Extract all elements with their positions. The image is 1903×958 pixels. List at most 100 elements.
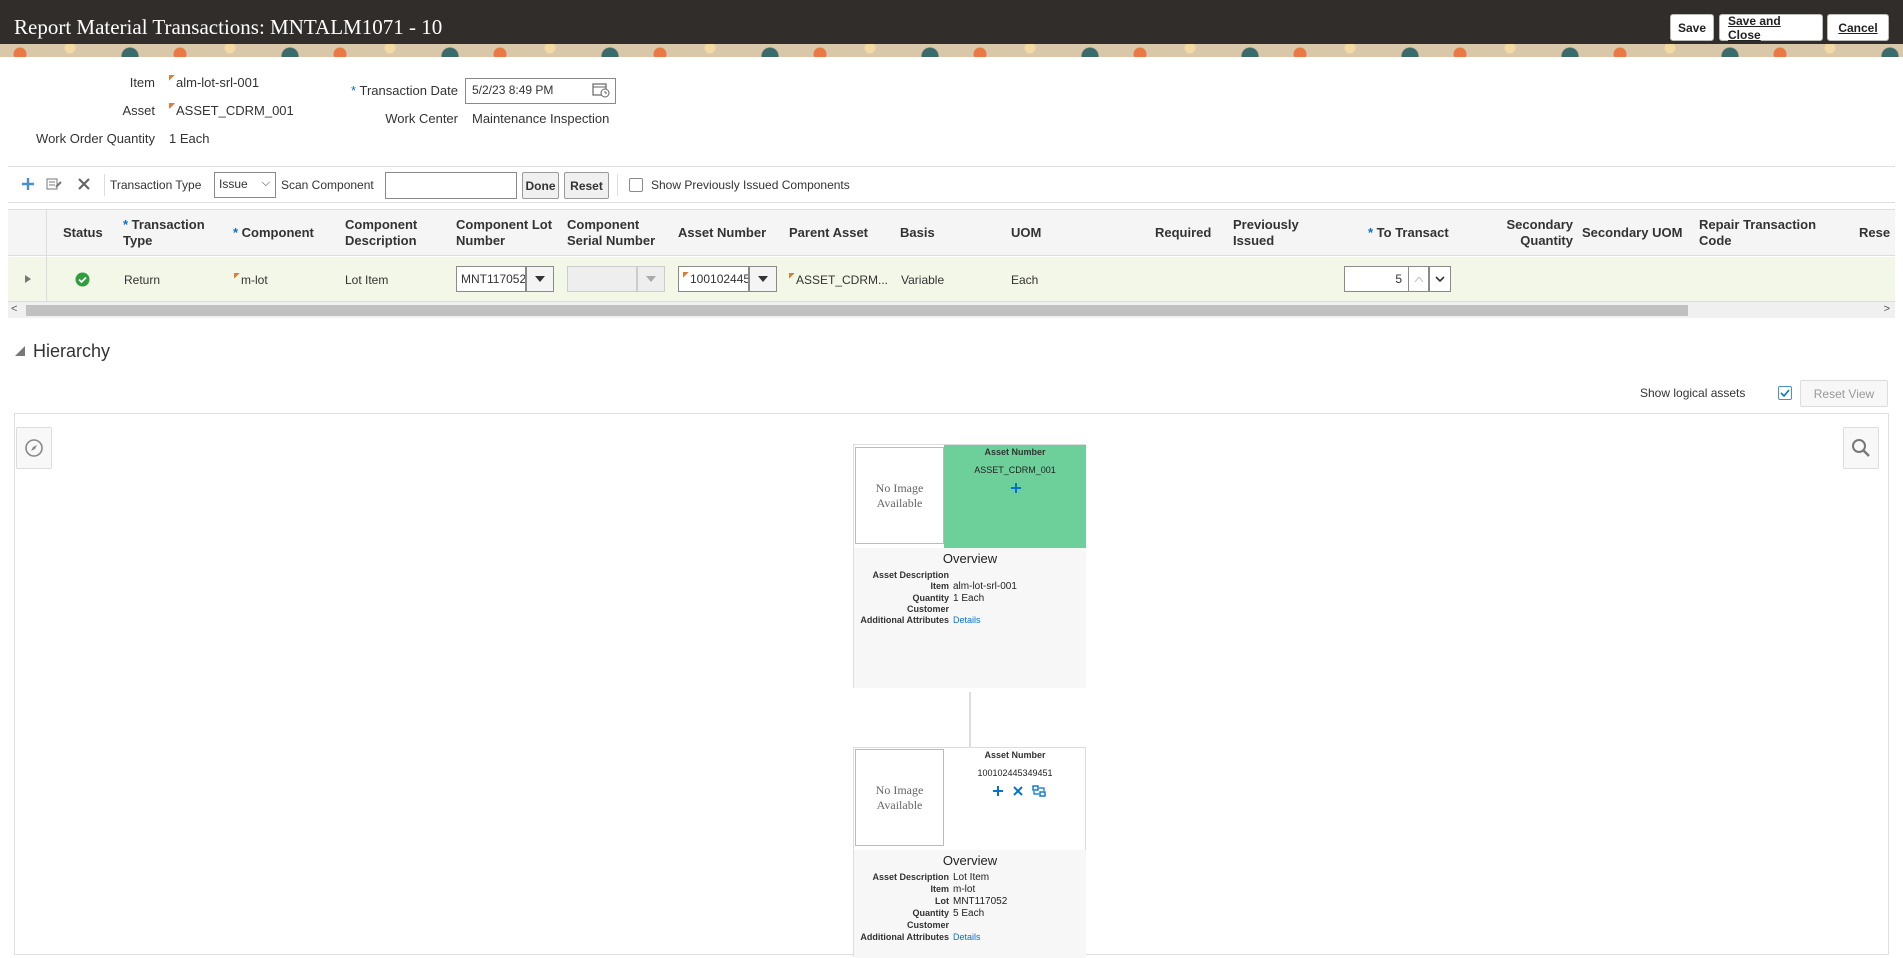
row-to-transact-input[interactable]: 5	[1344, 266, 1409, 292]
show-previously-issued-label: Show Previously Issued Components	[651, 178, 850, 192]
show-logical-assets-checkbox[interactable]	[1778, 386, 1792, 400]
column-reserved[interactable]: Rese	[1859, 225, 1890, 241]
delete-icon[interactable]	[75, 175, 93, 193]
overview-label: Overview	[942, 853, 998, 868]
add-child-icon[interactable]	[992, 785, 1004, 797]
overview-value-quantity: 1 Each	[953, 593, 985, 604]
toolbar-separator	[104, 174, 105, 196]
flag-icon	[169, 103, 175, 109]
column-secondary-quantity[interactable]: Secondary Quantity	[1498, 217, 1573, 249]
overview-label-quantity: Quantity	[912, 908, 949, 918]
dropdown-arrow-icon	[758, 276, 768, 282]
collapse-triangle-icon[interactable]	[14, 345, 26, 357]
transaction-date-label: * Transaction Date	[351, 83, 458, 98]
details-link[interactable]: Details	[953, 615, 981, 625]
row-uom: Each	[1011, 273, 1039, 287]
search-icon	[1852, 439, 1870, 457]
transaction-type-label: Transaction Type	[110, 178, 202, 192]
chevron-down-icon	[1435, 276, 1445, 282]
add-child-icon[interactable]	[1010, 482, 1022, 494]
details-link[interactable]: Details	[953, 932, 981, 942]
scrollbar-thumb[interactable]	[26, 305, 1688, 316]
scroll-left-icon[interactable]: <	[11, 303, 17, 315]
table-header: Status * Transaction Type * Component Co…	[8, 209, 1895, 257]
column-parent-asset[interactable]: Parent Asset	[789, 225, 868, 241]
overview-value-item: m-lot	[953, 884, 976, 895]
overview-label-lot: Lot	[935, 896, 949, 906]
navigate-button[interactable]	[16, 427, 52, 469]
column-secondary-uom[interactable]: Secondary UOM	[1582, 225, 1682, 241]
column-to-transact[interactable]: * To Transact	[1368, 225, 1449, 241]
done-button[interactable]: Done	[522, 172, 559, 199]
edit-icon[interactable]	[45, 175, 63, 193]
column-repair-transaction-code[interactable]: Repair Transaction Code	[1699, 217, 1849, 249]
row-component[interactable]: m-lot	[234, 273, 268, 287]
save-and-close-button[interactable]: Save and Close	[1719, 14, 1823, 42]
column-asset-number[interactable]: Asset Number	[678, 225, 766, 241]
column-component-lot-number[interactable]: Component Lot Number	[456, 217, 566, 249]
column-uom[interactable]: UOM	[1011, 225, 1041, 241]
row-parent-asset[interactable]: ASSET_CDRM...	[789, 273, 888, 287]
hierarchy-canvas[interactable]: No Image Available Asset Number ASSET_CD…	[14, 413, 1889, 958]
overview-label-additional-attributes: Additional Attributes	[860, 615, 949, 625]
asset-node-child[interactable]: No Image Available Asset Number 10010244…	[853, 747, 1086, 958]
cancel-button[interactable]: Cancel	[1827, 14, 1889, 41]
lot-number-dropdown[interactable]	[526, 266, 554, 292]
item-value[interactable]: alm-lot-srl-001	[169, 75, 259, 90]
column-basis[interactable]: Basis	[900, 225, 935, 241]
overview-value-item: alm-lot-srl-001	[953, 581, 1017, 592]
row-component-description: Lot Item	[345, 273, 389, 287]
horizontal-scrollbar[interactable]: < >	[8, 302, 1895, 318]
column-component-serial-number[interactable]: Component Serial Number	[567, 217, 677, 249]
column-component[interactable]: * Component	[233, 225, 314, 241]
asset-number-dropdown[interactable]	[749, 266, 777, 292]
asset-value[interactable]: ASSET_CDRM_001	[169, 103, 294, 118]
work-order-quantity-value: 1 Each	[169, 131, 210, 146]
column-required[interactable]: Required	[1155, 225, 1211, 241]
column-component-text: Component	[241, 225, 314, 240]
column-component-description[interactable]: Component Description	[345, 217, 445, 249]
to-transact-stepper[interactable]	[1409, 266, 1429, 292]
page-title: Report Material Transactions: MNTALM1071…	[14, 15, 443, 39]
transaction-type-select[interactable]: Issue ⌵	[214, 172, 276, 198]
work-center-label: Work Center	[385, 111, 458, 126]
search-button[interactable]	[1843, 427, 1879, 469]
success-status-icon	[75, 272, 90, 287]
add-icon[interactable]	[19, 175, 37, 193]
row-lot-number-input[interactable]: MNT117052	[456, 266, 526, 292]
dropdown-arrow-icon	[646, 276, 656, 282]
scan-component-input[interactable]	[385, 172, 517, 199]
show-previously-issued-checkbox[interactable]	[629, 178, 643, 192]
expand-row-icon[interactable]	[24, 274, 32, 284]
asset-node-root[interactable]: No Image Available Asset Number ASSET_CD…	[853, 444, 1086, 688]
hierarchy-connector	[969, 692, 971, 749]
serial-number-dropdown	[637, 266, 665, 292]
transaction-type-value: Issue	[219, 177, 248, 191]
remove-icon[interactable]	[1012, 785, 1024, 797]
column-status[interactable]: Status	[63, 225, 103, 241]
to-transact-dropdown[interactable]	[1429, 266, 1451, 292]
header-banner	[0, 44, 1903, 57]
column-previously-issued[interactable]: Previously Issued	[1233, 217, 1323, 249]
chevron-down-icon: ⌵	[261, 177, 270, 189]
flag-icon	[789, 273, 795, 279]
table-row[interactable]: Return m-lot Lot Item MNT117052 10010244…	[8, 257, 1895, 302]
scroll-right-icon[interactable]: >	[1884, 303, 1890, 315]
row-basis: Variable	[901, 273, 945, 287]
row-transaction-type: Return	[124, 273, 161, 287]
reset-button[interactable]: Reset	[564, 172, 609, 199]
row-asset-number-input[interactable]: 1001024453	[678, 266, 749, 292]
column-transaction-type-text: Transaction Type	[123, 217, 205, 248]
item-label: Item	[129, 75, 155, 90]
save-button[interactable]: Save	[1670, 14, 1714, 41]
hierarchy-title: Hierarchy	[33, 341, 111, 361]
calendar-icon[interactable]	[592, 82, 610, 98]
row-parent-asset-text: ASSET_CDRM...	[796, 273, 889, 287]
reset-view-button[interactable]: Reset View	[1800, 380, 1888, 407]
overview-label-asset-description: Asset Description	[872, 872, 949, 882]
column-divider	[46, 257, 47, 302]
work-order-quantity-label: Work Order Quantity	[36, 131, 155, 146]
compass-icon	[25, 439, 43, 457]
column-transaction-type[interactable]: * Transaction Type	[123, 217, 218, 249]
swap-icon[interactable]	[1032, 785, 1046, 797]
